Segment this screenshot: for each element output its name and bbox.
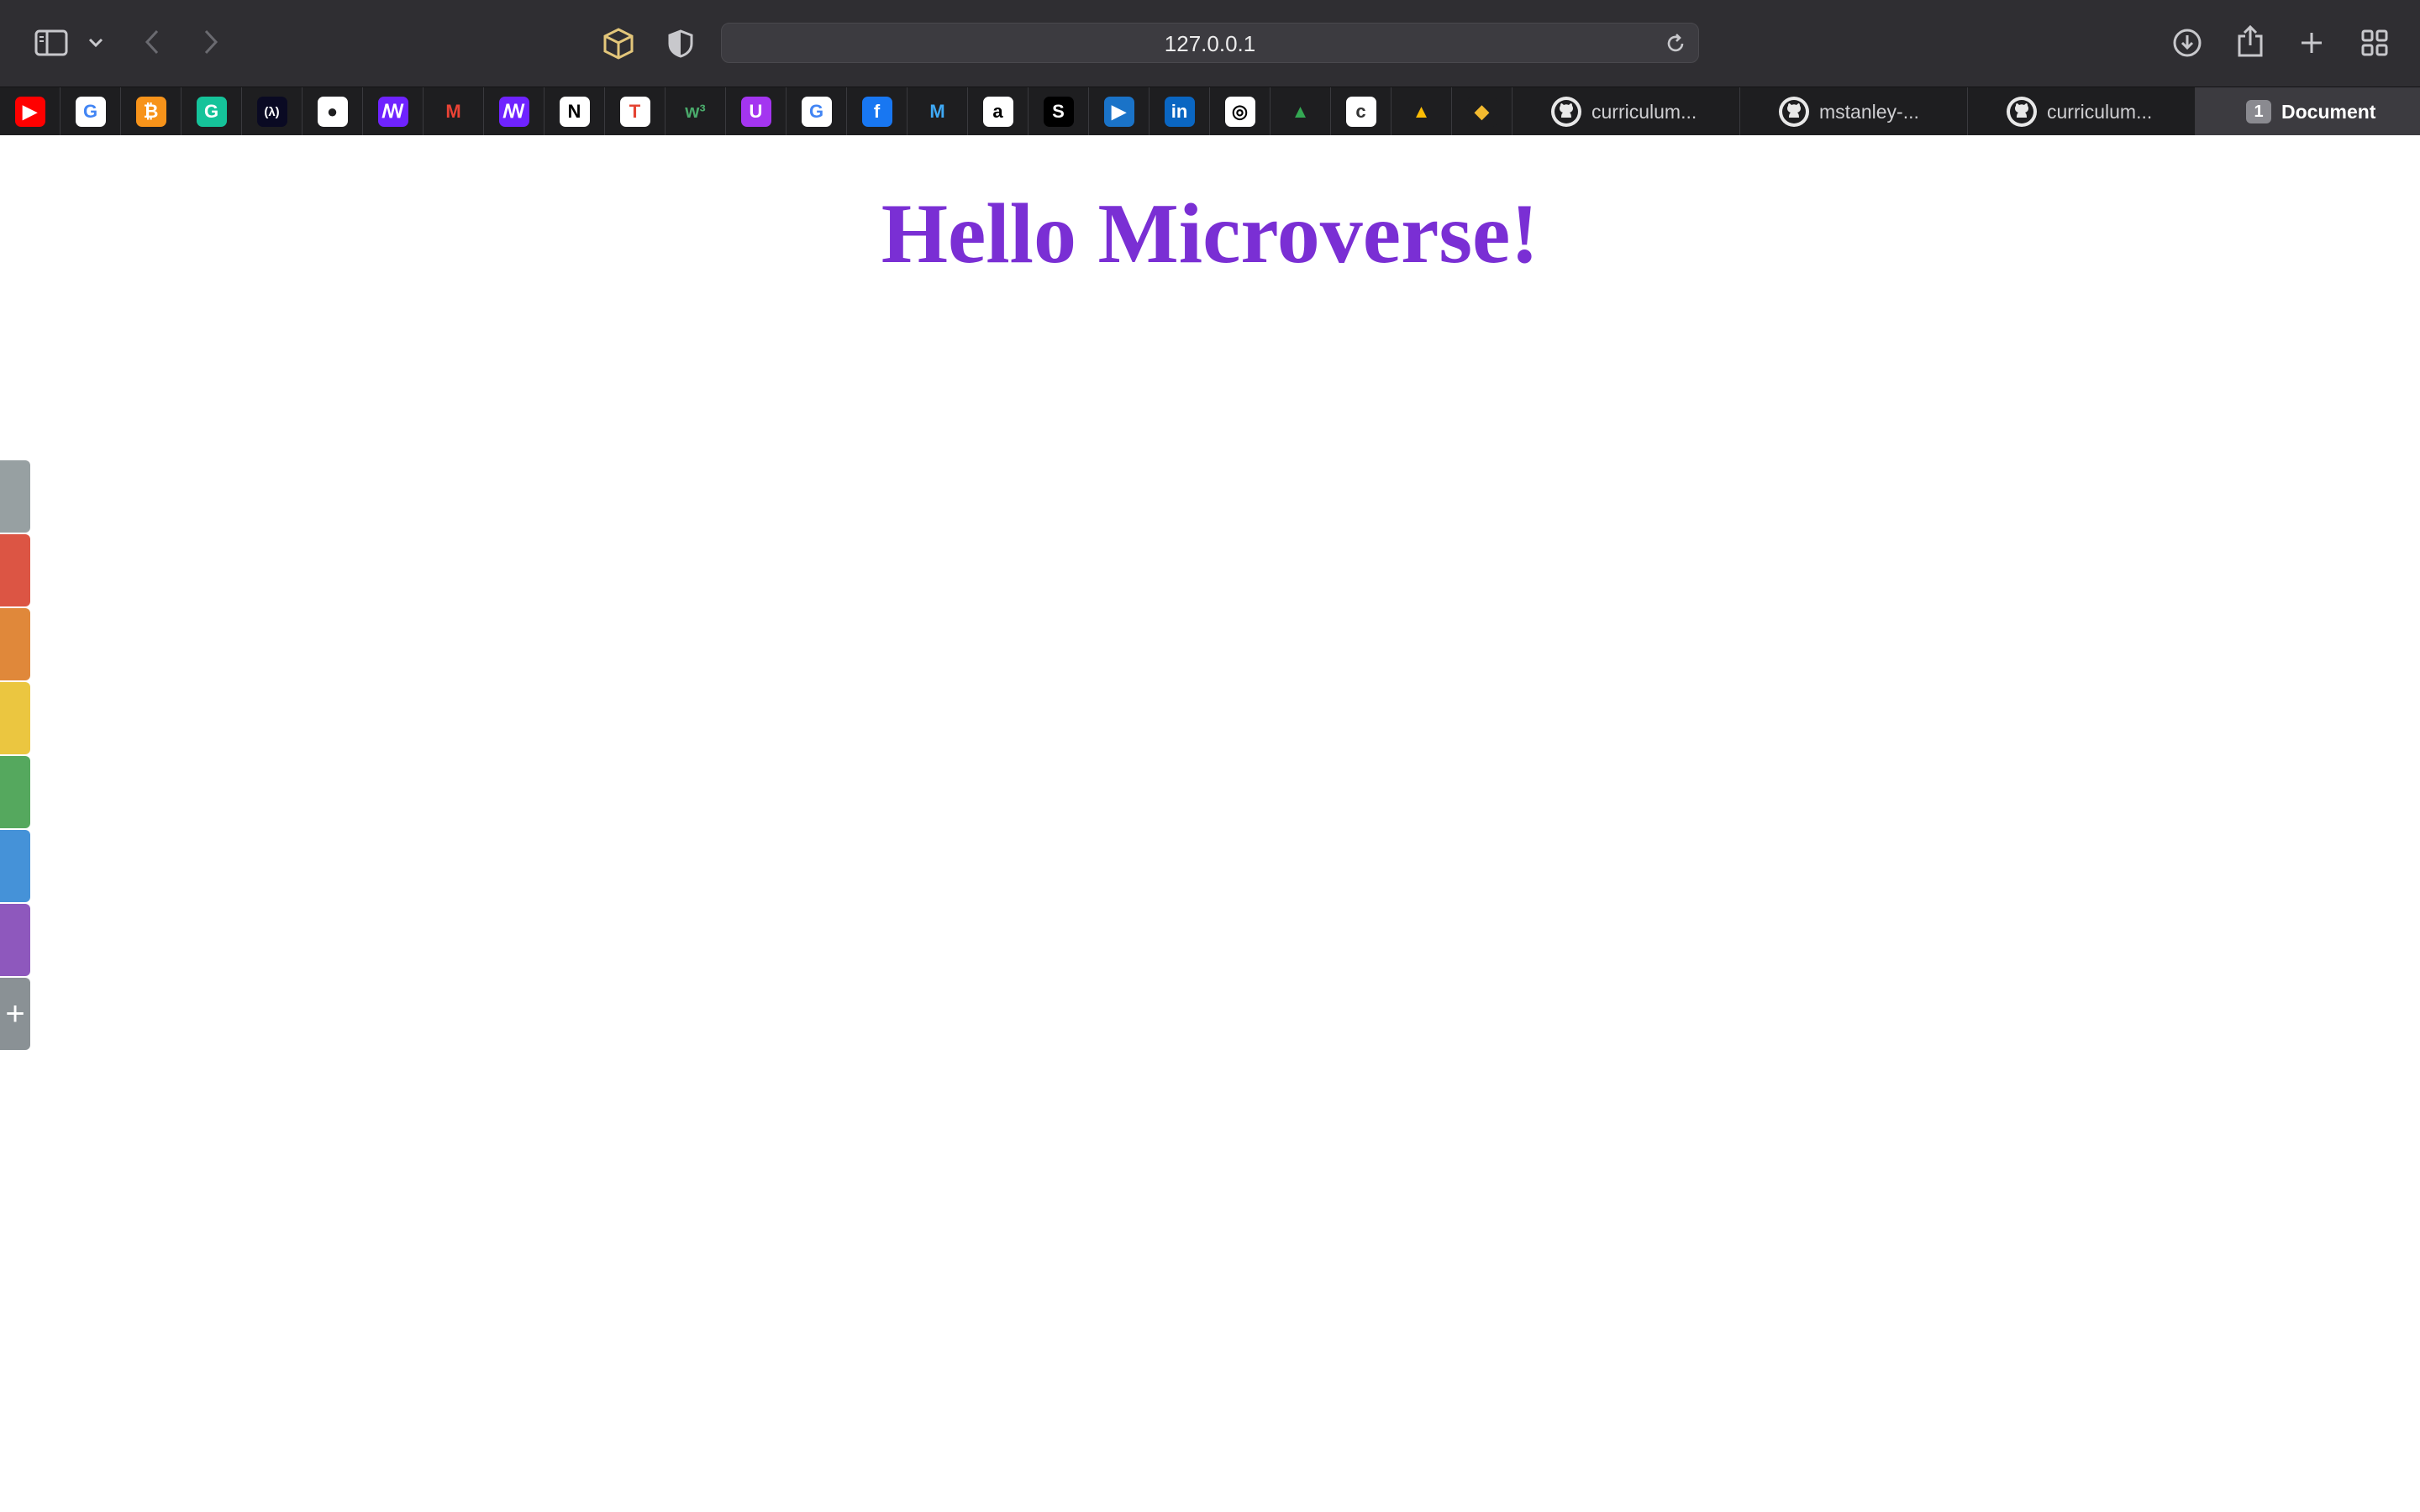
pinned-tab-google-2[interactable]: G: [786, 87, 847, 136]
scribd-icon: S: [1043, 97, 1074, 127]
tab-label: curriculum...: [1591, 100, 1697, 123]
google-icon: G: [75, 97, 106, 127]
microverse-icon: ꟿ: [498, 97, 529, 127]
facebook-icon: f: [861, 97, 892, 127]
pinned-tab-udemy[interactable]: U: [726, 87, 786, 136]
download-icon[interactable]: [2170, 25, 2204, 60]
browser-toolbar: 127.0.0.1: [0, 0, 2420, 87]
amazon-icon: a: [982, 97, 1013, 127]
side-color-tab[interactable]: [0, 460, 30, 533]
pinned-tab-linkedin[interactable]: in: [1150, 87, 1210, 136]
pinned-tab-microverse[interactable]: ꟿ: [363, 87, 424, 136]
side-color-tab[interactable]: [0, 608, 30, 680]
back-icon[interactable]: [139, 25, 165, 59]
pinned-tab-malwarebytes[interactable]: M: [908, 87, 968, 136]
pinned-tab-notion[interactable]: N: [544, 87, 605, 136]
side-color-tab[interactable]: [0, 682, 30, 754]
tab-label: curriculum...: [2047, 100, 2153, 123]
shield-icon[interactable]: [664, 27, 697, 60]
bitcoin-icon: ₿: [135, 97, 166, 127]
video-icon: ▶: [1103, 97, 1134, 127]
todoist-icon: T: [619, 97, 650, 127]
pinned-tab-gmail[interactable]: M: [424, 87, 484, 136]
share-icon[interactable]: [2233, 22, 2267, 60]
pinned-tab-facebook[interactable]: f: [847, 87, 908, 136]
pinned-tab-grammarly[interactable]: G: [182, 87, 242, 136]
address-bar[interactable]: 127.0.0.1: [721, 23, 1699, 63]
tab-label: mstanley-...: [1819, 100, 1919, 123]
youtube-icon: ▶: [14, 97, 45, 127]
side-color-tab[interactable]: [0, 756, 30, 828]
page-heading: Hello Microverse!: [881, 186, 1539, 281]
pinned-tab-instagram[interactable]: ◎: [1210, 87, 1270, 136]
github-icon: [1551, 97, 1581, 127]
tab-count-badge: 1: [2246, 100, 2271, 123]
tab-document[interactable]: 1 Document: [2196, 87, 2420, 136]
malwarebytes-icon: M: [922, 97, 953, 127]
instagram-icon: ◎: [1224, 97, 1255, 127]
pinned-tab-binance[interactable]: ◆: [1452, 87, 1512, 136]
pinned-tab-youtube[interactable]: ▶: [0, 87, 60, 136]
grammarly-icon: G: [196, 97, 227, 127]
pinned-tab-w3schools[interactable]: w³: [666, 87, 726, 136]
reload-icon[interactable]: [1665, 33, 1686, 59]
pinned-tab-freecodecamp[interactable]: (λ): [242, 87, 302, 136]
gmail-icon: M: [438, 97, 469, 127]
pinned-tab-bitcoin[interactable]: ₿: [121, 87, 182, 136]
codeanywhere-icon: c: [1345, 97, 1376, 127]
tab-mstanley[interactable]: mstanley-...: [1740, 87, 1968, 136]
pinned-tab-amazon[interactable]: a: [968, 87, 1028, 136]
plus-icon[interactable]: [2296, 26, 2328, 60]
linkedin-icon: in: [1164, 97, 1195, 127]
github-icon: [2007, 97, 2037, 127]
side-color-tab[interactable]: [0, 830, 30, 902]
freecodecamp-icon: (λ): [256, 97, 287, 127]
chevron-down-icon[interactable]: [84, 32, 108, 54]
pinned-tab-codeanywhere[interactable]: c: [1331, 87, 1392, 136]
pinned-tab-scribd[interactable]: S: [1028, 87, 1089, 136]
pinned-tab-video[interactable]: ▶: [1089, 87, 1150, 136]
binance-icon: ◆: [1466, 97, 1497, 127]
tab-overview-icon[interactable]: [2358, 26, 2391, 60]
page-content: Hello Microverse!: [0, 135, 2420, 1512]
forward-icon[interactable]: [198, 25, 224, 59]
pinned-tab-todoist[interactable]: T: [605, 87, 666, 136]
pinned-tab-google[interactable]: G: [60, 87, 121, 136]
google-drive-icon: ▲: [1285, 97, 1316, 127]
extension-box-icon[interactable]: [600, 25, 637, 62]
udemy-icon: U: [740, 97, 771, 127]
github-icon: ●: [317, 97, 348, 127]
tab-bar: ▶ G ₿ G (λ) ● ꟿ M ꟿ N Tw³ U Gf Ma S ▶ in ◎ ▲ c ▲ ◆ curriculum…: [0, 87, 2420, 136]
tab-label: Document: [2281, 100, 2376, 123]
tab-curriculum-1[interactable]: curriculum...: [1512, 87, 1740, 136]
pinned-tab-github[interactable]: ●: [302, 87, 363, 136]
google-icon: G: [801, 97, 832, 127]
google-drive-icon: ▲: [1406, 97, 1437, 127]
microverse-icon: ꟿ: [377, 97, 408, 127]
pinned-tab-google-drive-2[interactable]: ▲: [1392, 87, 1452, 136]
url-text[interactable]: 127.0.0.1: [722, 24, 1698, 64]
sidebar-icon[interactable]: [34, 26, 69, 60]
side-color-tab[interactable]: [0, 904, 30, 976]
pinned-tab-google-drive[interactable]: ▲: [1270, 87, 1331, 136]
side-tab-add-button[interactable]: +: [0, 978, 30, 1050]
notion-icon: N: [559, 97, 590, 127]
tab-curriculum-2[interactable]: curriculum...: [1968, 87, 2196, 136]
pinned-tab-microverse-2[interactable]: ꟿ: [484, 87, 544, 136]
w3schools-icon: w³: [680, 97, 711, 127]
github-icon: [1779, 97, 1809, 127]
side-color-tab[interactable]: [0, 534, 30, 606]
side-color-tabs: +: [0, 460, 30, 1052]
